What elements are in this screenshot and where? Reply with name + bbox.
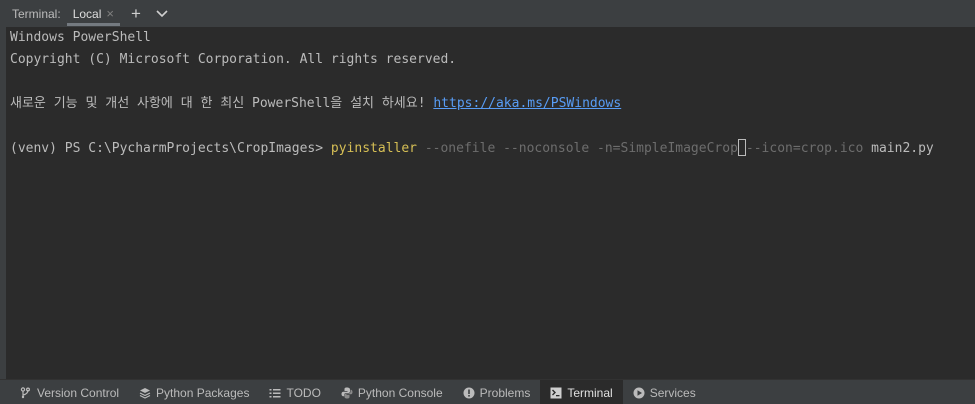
tab-local-label: Local — [72, 6, 102, 21]
terminal-title: Terminal: — [12, 6, 61, 21]
terminal-line-1: Windows PowerShell — [10, 30, 151, 45]
update-message: 새로운 기능 및 개선 사항에 대 한 최신 PowerShell을 설치 하세… — [10, 96, 434, 111]
ide-terminal-window: Terminal: Local × + Windows PowerShell C… — [0, 0, 975, 404]
command-file: main2.py — [863, 141, 934, 156]
info-icon — [463, 387, 475, 399]
tool-todo[interactable]: TODO — [259, 380, 330, 404]
command-name: pyinstaller — [330, 141, 417, 156]
terminal-output[interactable]: Windows PowerShell Copyright (C) Microso… — [6, 27, 975, 379]
terminal-tab-bar: Terminal: Local × + — [6, 0, 975, 27]
terminal-line-3: 새로운 기능 및 개선 사항에 대 한 최신 PowerShell을 설치 하세… — [10, 95, 621, 113]
python-icon — [341, 387, 353, 399]
tool-label: Terminal — [567, 385, 613, 400]
chevron-down-icon[interactable] — [152, 4, 172, 24]
tool-label: Version Control — [37, 385, 120, 400]
branch-icon — [20, 386, 32, 399]
layers-icon — [139, 387, 151, 399]
tool-label: Python Console — [357, 385, 443, 400]
add-tab-icon[interactable]: + — [126, 4, 146, 24]
tab-local[interactable]: Local × — [66, 0, 121, 27]
tool-python-console[interactable]: Python Console — [331, 380, 453, 404]
command-icon-arg: --icon=crop.ico — [745, 141, 864, 156]
command-args: --onefile --noconsole -n=SimpleImageCrop — [417, 141, 738, 156]
tool-terminal[interactable]: Terminal — [540, 380, 623, 404]
list-icon — [269, 387, 281, 399]
tool-label: Problems — [479, 385, 531, 400]
play-icon — [633, 387, 645, 399]
tool-window-bar: Version Control Python Packages TODO Pyt… — [0, 379, 975, 404]
tool-label: TODO — [286, 385, 321, 400]
tool-python-packages[interactable]: Python Packages — [129, 380, 259, 404]
tool-label: Services — [649, 385, 696, 400]
text-cursor — [737, 139, 746, 156]
tool-version-control[interactable]: Version Control — [10, 380, 129, 404]
terminal-line-2: Copyright (C) Microsoft Corporation. All… — [10, 52, 457, 67]
terminal-command-line[interactable]: (venv) PS C:\PycharmProjects\CropImages>… — [10, 139, 934, 158]
tool-label: Python Packages — [156, 385, 250, 400]
terminal-icon — [550, 387, 562, 399]
prompt-text: (venv) PS C:\PycharmProjects\CropImages> — [10, 141, 331, 156]
tool-services[interactable]: Services — [623, 380, 706, 404]
close-icon[interactable]: × — [106, 7, 114, 20]
tool-problems[interactable]: Problems — [453, 380, 541, 404]
powershell-link[interactable]: https://aka.ms/PSWindows — [433, 96, 621, 111]
